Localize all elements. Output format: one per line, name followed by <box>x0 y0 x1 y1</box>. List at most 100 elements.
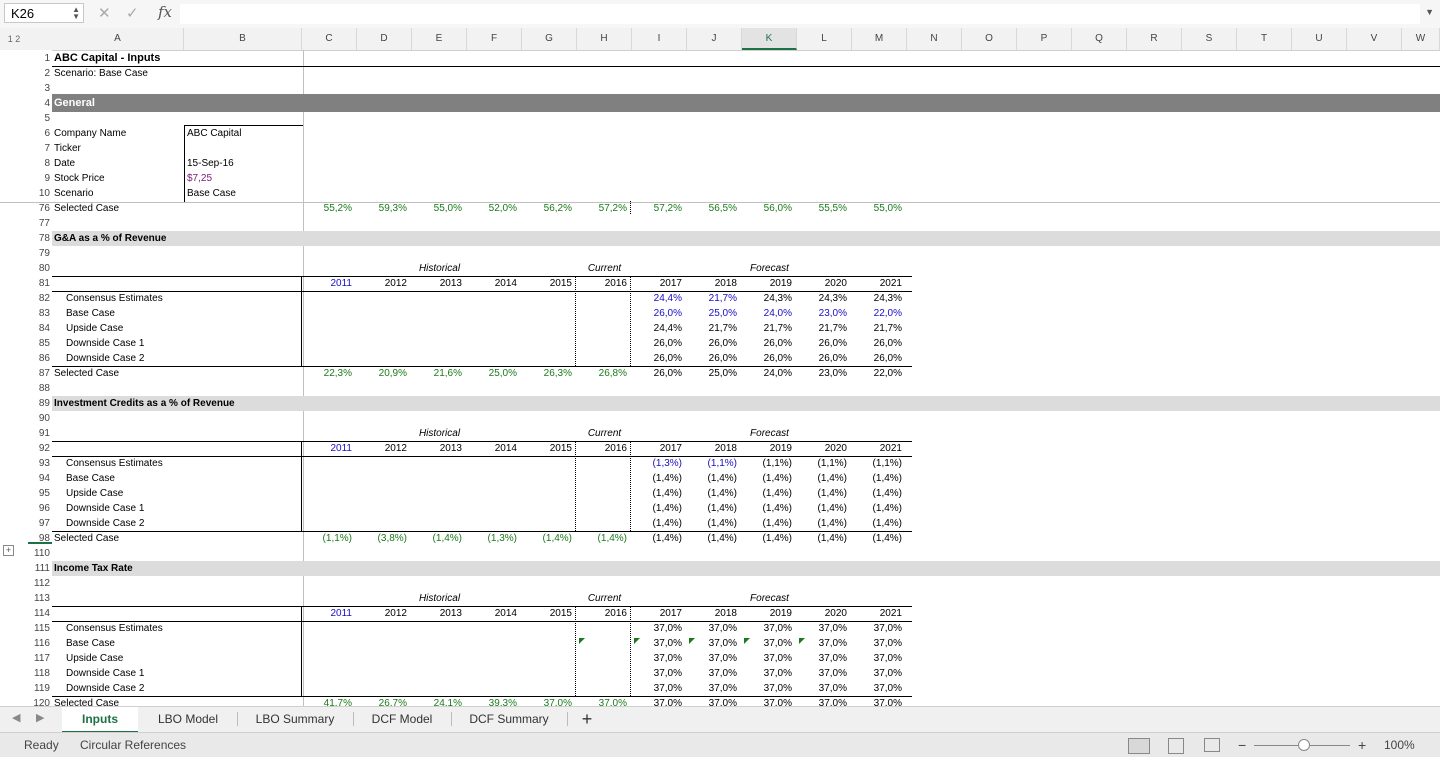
field-value[interactable]: 15-Sep-16 <box>187 156 302 171</box>
row-number[interactable]: 4 <box>28 96 50 111</box>
selected-case-value[interactable]: 22,0% <box>852 366 902 381</box>
row-number[interactable]: 83 <box>28 306 50 321</box>
confirm-icon[interactable]: ✓ <box>126 4 139 22</box>
row-number[interactable]: 110 <box>28 546 50 561</box>
row-number[interactable]: 77 <box>28 216 50 231</box>
scroll-tabs-left-icon[interactable]: ◀ <box>12 711 20 724</box>
case-value[interactable]: 37,0% <box>797 666 847 681</box>
case-value[interactable]: (1,4%) <box>632 486 682 501</box>
sheet-tab-lbo-model[interactable]: LBO Model <box>142 707 234 731</box>
case-value[interactable]: 26,0% <box>632 351 682 366</box>
row-number[interactable]: 118 <box>28 666 50 681</box>
case-label[interactable]: Downside Case 2 <box>66 681 246 696</box>
case-value[interactable]: (1,4%) <box>852 516 902 531</box>
field-label[interactable]: Stock Price <box>54 171 184 186</box>
section-title[interactable]: G&A as a % of Revenue <box>54 231 354 246</box>
column-header-c[interactable]: C <box>302 28 357 50</box>
case-value[interactable]: 37,0% <box>797 621 847 636</box>
case-label[interactable]: Consensus Estimates <box>66 621 246 636</box>
case-label[interactable]: Downside Case 1 <box>66 336 246 351</box>
row-number[interactable]: 119 <box>28 681 50 696</box>
year-header[interactable]: 2019 <box>742 441 792 456</box>
year-header[interactable]: 2021 <box>852 606 902 621</box>
row-number[interactable]: 95 <box>28 486 50 501</box>
column-header-v[interactable]: V <box>1347 28 1402 50</box>
row-number[interactable]: 10 <box>28 186 50 201</box>
sheet-tab-dcf-summary[interactable]: DCF Summary <box>454 707 564 731</box>
selected-case-value[interactable]: 52,0% <box>467 201 517 216</box>
row-number[interactable]: 3 <box>28 81 50 96</box>
zoom-out-icon[interactable]: − <box>1238 733 1246 757</box>
case-value[interactable]: 37,0% <box>742 651 792 666</box>
selected-case-value[interactable]: (1,4%) <box>412 531 462 546</box>
row-number[interactable]: 2 <box>28 66 50 81</box>
selected-case-value[interactable]: 55,0% <box>852 201 902 216</box>
row-number[interactable]: 117 <box>28 651 50 666</box>
column-header-e[interactable]: E <box>412 28 467 50</box>
case-value[interactable]: 26,0% <box>687 336 737 351</box>
column-header-a[interactable]: A <box>52 28 184 50</box>
row-number[interactable]: 1 <box>28 51 50 66</box>
case-value[interactable]: (1,4%) <box>797 471 847 486</box>
case-value[interactable]: 37,0% <box>687 666 737 681</box>
case-value[interactable]: 24,0% <box>742 306 792 321</box>
selected-case-value[interactable]: 26,0% <box>632 366 682 381</box>
name-box-stepper-icon[interactable]: ▲ ▼ <box>72 6 80 21</box>
case-label[interactable]: Downside Case 2 <box>66 351 246 366</box>
case-value[interactable]: 21,7% <box>797 321 847 336</box>
selected-case-value[interactable]: 57,2% <box>577 201 627 216</box>
row-number[interactable]: 89 <box>28 396 50 411</box>
year-header[interactable]: 2012 <box>357 276 407 291</box>
zoom-level[interactable]: 100% <box>1384 733 1415 757</box>
row-number[interactable]: 79 <box>28 246 50 261</box>
row-number[interactable]: 112 <box>28 576 50 591</box>
case-value[interactable]: (1,1%) <box>742 456 792 471</box>
field-value[interactable]: $7,25 <box>187 171 302 186</box>
case-value[interactable]: (1,1%) <box>687 456 737 471</box>
forecast-label[interactable]: Forecast <box>742 591 797 606</box>
selected-case-label[interactable]: Selected Case <box>54 366 234 381</box>
year-header[interactable]: 2014 <box>467 606 517 621</box>
case-value[interactable]: 37,0% <box>852 621 902 636</box>
case-value[interactable]: 37,0% <box>852 681 902 696</box>
row-number[interactable]: 84 <box>28 321 50 336</box>
sheet-tab-inputs[interactable]: Inputs <box>62 707 138 733</box>
year-header[interactable]: 2018 <box>687 441 737 456</box>
case-label[interactable]: Downside Case 1 <box>66 666 246 681</box>
case-value[interactable]: 21,7% <box>742 321 792 336</box>
year-header[interactable]: 2013 <box>412 606 462 621</box>
year-header[interactable]: 2014 <box>467 441 517 456</box>
field-value[interactable]: Base Case <box>187 186 302 201</box>
case-value[interactable]: 37,0% <box>687 621 737 636</box>
column-header-s[interactable]: S <box>1182 28 1237 50</box>
field-value[interactable] <box>187 141 302 156</box>
current-label[interactable]: Current <box>577 261 632 276</box>
status-circular-references[interactable]: Circular References <box>80 733 186 757</box>
case-value[interactable]: 26,0% <box>797 336 847 351</box>
section-title[interactable]: Investment Credits as a % of Revenue <box>54 396 354 411</box>
row-number[interactable]: 9 <box>28 171 50 186</box>
case-value[interactable]: (1,4%) <box>632 501 682 516</box>
case-value[interactable]: 37,0% <box>852 666 902 681</box>
zoom-slider-thumb[interactable] <box>1298 739 1310 751</box>
column-header-o[interactable]: O <box>962 28 1017 50</box>
column-header-t[interactable]: T <box>1237 28 1292 50</box>
selected-case-value[interactable]: 55,2% <box>302 201 352 216</box>
selected-case-value[interactable]: (1,4%) <box>687 531 737 546</box>
row-number[interactable]: 85 <box>28 336 50 351</box>
case-value[interactable]: 37,0% <box>852 651 902 666</box>
column-header-g[interactable]: G <box>522 28 577 50</box>
row-number[interactable]: 90 <box>28 411 50 426</box>
year-header[interactable]: 2020 <box>797 441 847 456</box>
column-header-j[interactable]: J <box>687 28 742 50</box>
field-label[interactable]: Ticker <box>54 141 184 156</box>
selected-case-value[interactable]: 56,0% <box>742 201 792 216</box>
row-number[interactable]: 78 <box>28 231 50 246</box>
zoom-in-icon[interactable]: + <box>1358 733 1366 757</box>
cancel-icon[interactable]: ✕ <box>98 4 111 22</box>
year-header[interactable]: 2012 <box>357 606 407 621</box>
column-header-d[interactable]: D <box>357 28 412 50</box>
outline-level-buttons[interactable]: 1 2 <box>0 28 28 50</box>
year-header[interactable]: 2011 <box>302 441 352 456</box>
case-value[interactable]: 37,0% <box>632 666 682 681</box>
